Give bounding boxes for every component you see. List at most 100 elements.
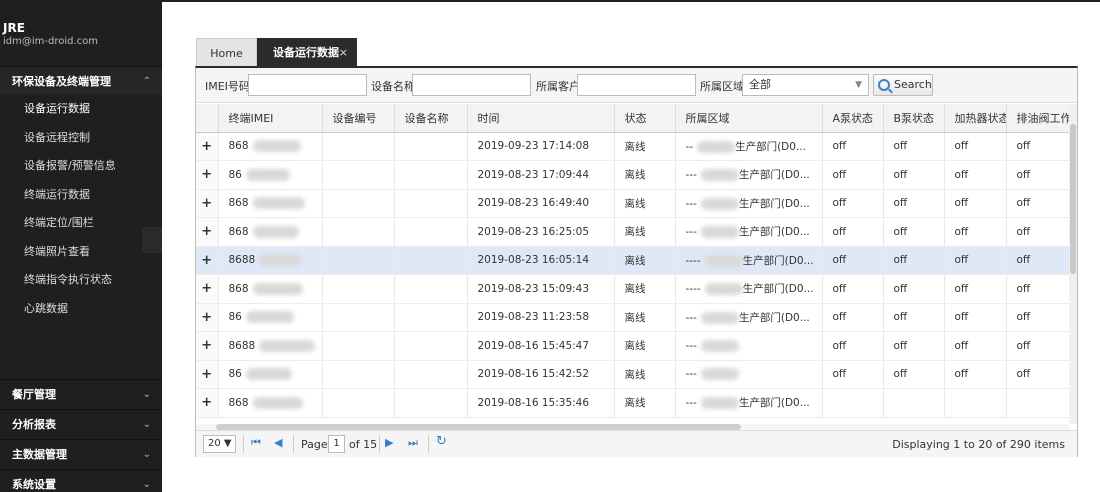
column-header-device-no[interactable]: 设备编号	[322, 104, 395, 133]
device-name-input[interactable]	[412, 74, 531, 96]
expand-cell[interactable]: +	[196, 246, 219, 275]
time-cell: 2019-08-16 15:35:46	[467, 388, 615, 418]
sidebar-item-terminal-location[interactable]: 终端定位/围栏	[0, 209, 162, 238]
heater-cell: off	[944, 132, 1007, 161]
pump-a-cell: off	[822, 274, 884, 304]
sidebar-item-device-run-data[interactable]: 设备运行数据	[0, 95, 162, 124]
column-header-heater[interactable]: 加热器状态	[944, 104, 1007, 133]
region-tail-text: 生产部门(D0...	[738, 169, 810, 182]
customer-input[interactable]	[577, 74, 696, 96]
expand-cell[interactable]: +	[196, 160, 219, 190]
column-header-valve[interactable]: 排油阀工作	[1006, 104, 1069, 133]
expand-cell-text: +	[201, 195, 213, 211]
sidebar-item-heartbeat[interactable]: 心跳数据	[0, 295, 162, 324]
pump-a-cell: off	[822, 217, 884, 247]
close-icon[interactable]: ×	[339, 38, 348, 67]
pump-a-cell: off	[822, 331, 884, 361]
status-cell: 离线	[614, 132, 676, 161]
expand-cell[interactable]: +	[196, 388, 219, 418]
table-row[interactable]: +868 2019-08-23 15:09:43 离线 ---- 生产部门(D0... o…	[196, 274, 1069, 304]
table-row[interactable]: +86 2019-08-16 15:42:52 离线 --- off off off off	[196, 360, 1069, 389]
menu-section-equipment[interactable]: 环保设备及终端管理 ⌃	[0, 66, 162, 95]
pump-b-cell-text: off	[893, 197, 908, 210]
menu-section-system-settings[interactable]: 系统设置 ⌄	[0, 469, 162, 492]
column-header-status[interactable]: 状态	[614, 104, 676, 133]
imei-input[interactable]	[248, 74, 367, 96]
table-row[interactable]: +868 2019-08-16 15:35:46 离线 --- 生产部门(D0...	[196, 388, 1069, 418]
sidebar-item-terminal-command-status[interactable]: 终端指令执行状态	[0, 266, 162, 295]
pump-a-cell-text: off	[832, 368, 847, 381]
table-row[interactable]: +868 2019-08-23 16:25:05 离线 --- 生产部门(D0... of…	[196, 217, 1069, 247]
expand-cell-text: +	[201, 395, 213, 411]
expand-cell[interactable]: +	[196, 274, 219, 304]
region-select-value: 全部	[749, 78, 771, 91]
valve-cell-text: off	[1016, 225, 1031, 238]
menu-section-label: 系统设置	[12, 478, 56, 491]
dropdown-arrow-icon: ▼	[855, 80, 862, 90]
column-header-pump-a[interactable]: A泵状态	[822, 104, 884, 133]
search-button[interactable]: Search	[873, 74, 933, 96]
menu-section-restaurant[interactable]: 餐厅管理 ⌄	[0, 379, 162, 408]
expand-cell[interactable]: +	[196, 303, 219, 332]
time-cell-text: 2019-08-23 16:05:14	[477, 254, 590, 267]
table-row[interactable]: +8688 2019-08-23 16:05:14 离线 ---- 生产部门(D0...…	[196, 246, 1069, 275]
sidebar-item-device-remote-control[interactable]: 设备远程控制	[0, 124, 162, 153]
menu-section-master-data[interactable]: 主数据管理 ⌄	[0, 439, 162, 468]
imei-cell: 868	[218, 189, 323, 218]
valve-cell: off	[1006, 360, 1069, 389]
table-body: +868 2019-09-23 17:14:08 离线 -- 生产部门(D0... off…	[196, 132, 1069, 418]
redacted-region	[700, 169, 739, 182]
refresh-icon[interactable]: ↻	[436, 434, 447, 449]
column-header-device-name[interactable]: 设备名称	[394, 104, 468, 133]
page-label: Page	[301, 438, 328, 451]
double-chevron-down-icon: ⌄	[142, 418, 151, 430]
tab-home[interactable]: Home	[196, 38, 257, 67]
menu-section-label: 餐厅管理	[12, 388, 56, 401]
vertical-scrollbar[interactable]	[1069, 104, 1077, 424]
data-table: 终端IMEI 设备编号 设备名称 时间 状态 所属区域 A泵状态 B泵状态 加热…	[196, 104, 1069, 418]
prev-page-icon[interactable]: ◀	[274, 436, 282, 449]
table-row[interactable]: +868 2019-09-23 17:14:08 离线 -- 生产部门(D0... off…	[196, 132, 1069, 161]
tab-device-run-data[interactable]: 设备运行数据 ×	[257, 38, 357, 67]
expand-cell-text: +	[201, 224, 213, 240]
valve-cell: off	[1006, 246, 1069, 275]
pump-a-cell-text: off	[832, 168, 847, 181]
page-number-input[interactable]: 1	[328, 435, 345, 453]
page-size-select[interactable]: 20 ▼	[203, 435, 236, 453]
heater-cell-text: off	[954, 225, 969, 238]
last-page-icon[interactable]: ⏭	[408, 436, 418, 450]
table-row[interactable]: +86 2019-08-23 11:23:58 离线 --- 生产部门(D0... off…	[196, 303, 1069, 332]
expand-cell[interactable]: +	[196, 360, 219, 389]
device-name-cell	[394, 303, 468, 332]
device-no-cell	[322, 388, 395, 418]
imei-cell-text: 86	[228, 368, 242, 381]
table-row[interactable]: +86 2019-08-23 17:09:44 离线 --- 生产部门(D0... off…	[196, 160, 1069, 190]
pump-a-cell: off	[822, 360, 884, 389]
expand-cell[interactable]: +	[196, 331, 219, 361]
valve-cell-text: off	[1016, 254, 1031, 267]
pump-a-cell-text: off	[832, 282, 847, 295]
sidebar-item-terminal-photos[interactable]: 终端照片查看	[0, 238, 162, 267]
column-header-imei[interactable]: 终端IMEI	[218, 104, 323, 133]
expand-cell[interactable]: +	[196, 217, 219, 247]
region-select[interactable]: 全部 ▼	[742, 74, 869, 96]
expand-cell[interactable]: +	[196, 189, 219, 218]
table-row[interactable]: +868 2019-08-23 16:49:40 离线 --- 生产部门(D0... of…	[196, 189, 1069, 218]
vertical-scroll-thumb[interactable]	[1070, 124, 1076, 274]
sidebar-item-device-alarm[interactable]: 设备报警/预警信息	[0, 152, 162, 181]
expand-cell-text: +	[201, 252, 213, 268]
column-header-pump-b[interactable]: B泵状态	[883, 104, 945, 133]
time-cell-text: 2019-08-16 15:45:47	[477, 339, 590, 352]
header-row: 终端IMEI 设备编号 设备名称 时间 状态 所属区域 A泵状态 B泵状态 加热…	[196, 104, 1069, 133]
first-page-icon[interactable]: ⏮	[251, 436, 261, 450]
redacted-imei	[252, 197, 305, 210]
sidebar-item-terminal-run-data[interactable]: 终端运行数据	[0, 181, 162, 210]
expand-cell[interactable]: +	[196, 132, 219, 161]
column-header-region[interactable]: 所属区域	[675, 104, 823, 133]
column-header-time[interactable]: 时间	[467, 104, 615, 133]
menu-section-reports[interactable]: 分析报表 ⌄	[0, 409, 162, 438]
next-page-icon[interactable]: ▶	[385, 436, 393, 449]
status-cell: 离线	[614, 303, 676, 332]
table-row[interactable]: +8688 2019-08-16 15:45:47 离线 --- off off off of…	[196, 331, 1069, 361]
valve-cell-text: off	[1016, 339, 1031, 352]
